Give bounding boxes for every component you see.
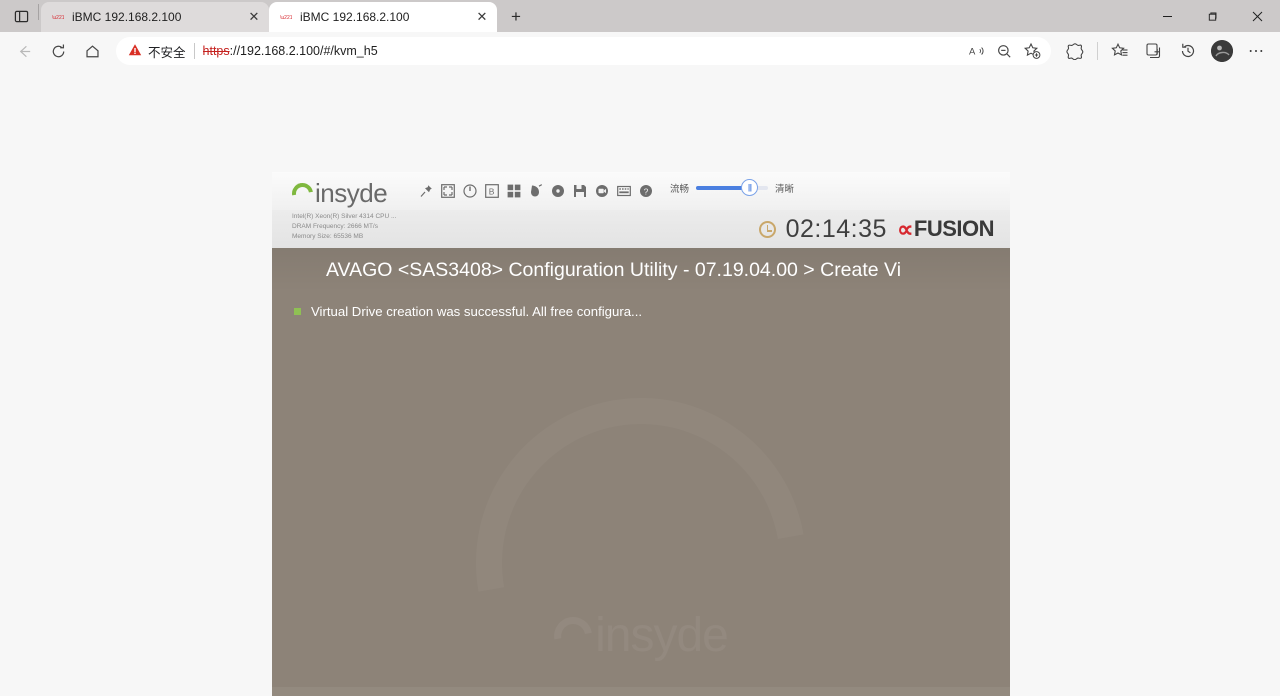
system-info-memory: Memory Size: 65536 MB bbox=[292, 233, 364, 241]
read-aloud-icon[interactable]: A bbox=[963, 39, 989, 63]
system-info-cpu: Intel(R) Xeon(R) Silver 4314 CPU ... bbox=[292, 213, 397, 220]
kvm-toolbar: B ? bbox=[418, 172, 653, 210]
bios-title-bar: AVAGO <SAS3408> Configuration Utility - … bbox=[272, 248, 1010, 292]
fullscreen-icon[interactable] bbox=[440, 184, 455, 199]
new-tab-button[interactable]: + bbox=[501, 2, 531, 32]
browser-window: \u221dF iBMC 192.168.2.100 ✕ \u221dF iBM… bbox=[0, 0, 1280, 696]
zoom-out-icon[interactable] bbox=[991, 39, 1017, 63]
tab-actions-icon[interactable] bbox=[4, 0, 38, 32]
insyde-logo-text: insyde bbox=[315, 178, 388, 208]
home-icon[interactable] bbox=[76, 36, 108, 66]
bios-watermark-text: insyde bbox=[595, 609, 729, 662]
more-options-icon[interactable]: ⋯ bbox=[1240, 36, 1272, 66]
session-time: 02:14:35 bbox=[785, 214, 887, 243]
omnibox-divider bbox=[193, 43, 195, 59]
tab-strip: \u221dF iBMC 192.168.2.100 ✕ \u221dF iBM… bbox=[0, 0, 1280, 32]
browser-tab-1[interactable]: \u221dF iBMC 192.168.2.100 ✕ bbox=[41, 2, 269, 32]
bios-status-message-text: Virtual Drive creation was successful. A… bbox=[311, 304, 643, 319]
back-icon[interactable] bbox=[8, 36, 40, 66]
url-scheme: https bbox=[202, 44, 230, 58]
add-favorite-icon[interactable] bbox=[1019, 39, 1045, 63]
key-combo-icon[interactable] bbox=[506, 184, 521, 199]
toolbar-divider bbox=[1097, 42, 1098, 60]
svg-text:\u221dF: \u221dF bbox=[52, 15, 64, 21]
power-icon[interactable] bbox=[462, 184, 477, 199]
xfusion-mark-icon: ∝ bbox=[896, 215, 913, 242]
svg-text:B: B bbox=[488, 187, 494, 197]
bios-screen: insyde AVAGO <SAS3408> Configuration Uti… bbox=[272, 248, 1010, 696]
insyde-swirl-icon bbox=[287, 178, 318, 209]
system-info: Intel(R) Xeon(R) Silver 4314 CPU ... DRA… bbox=[292, 212, 396, 242]
insyde-swirl-watermark-icon bbox=[546, 609, 600, 662]
url-text: https://192.168.2.100/#/kvm_h5 bbox=[203, 44, 957, 58]
video-quality-control: 流畅 ||| 清晰 bbox=[669, 179, 794, 196]
xfusion-favicon: \u221dF bbox=[51, 10, 65, 24]
bullet-icon bbox=[294, 308, 301, 315]
browser-tab-1-title: iBMC 192.168.2.100 bbox=[72, 10, 182, 24]
close-icon[interactable] bbox=[1235, 0, 1280, 32]
quality-slider-handle[interactable]: ||| bbox=[740, 179, 758, 196]
browser-tab-2[interactable]: \u221dF iBMC 192.168.2.100 ✕ bbox=[269, 2, 497, 32]
url-rest: ://192.168.2.100/#/kvm_h5 bbox=[229, 44, 378, 58]
function-key-bar: F1 Help ESC Exit ↑ ↓ bbox=[272, 687, 1010, 696]
xfusion-logo: ∝ FUSION bbox=[896, 215, 995, 243]
tab-divider bbox=[38, 4, 39, 20]
video-record-icon[interactable] bbox=[594, 184, 609, 199]
quality-high-label: 清晰 bbox=[774, 184, 794, 195]
browser-tab-2-title: iBMC 192.168.2.100 bbox=[300, 10, 410, 24]
insyde-logo: insyde bbox=[287, 178, 388, 209]
split-screen-icon[interactable] bbox=[1059, 36, 1091, 66]
browser-toolbar: 不安全 https://192.168.2.100/#/kvm_h5 A ⋯ bbox=[0, 32, 1280, 70]
maximize-icon[interactable] bbox=[1190, 0, 1235, 32]
clock-icon bbox=[758, 220, 776, 238]
svg-text:\u221dF: \u221dF bbox=[280, 15, 292, 21]
warning-triangle-icon bbox=[128, 43, 142, 59]
help-icon[interactable]: ? bbox=[638, 184, 653, 199]
security-status-label: 不安全 bbox=[148, 45, 186, 60]
kvm-header: insyde B ? Intel(R) Xeon(R) Silver 4314 … bbox=[272, 172, 1010, 248]
window-controls bbox=[1145, 0, 1280, 32]
pin-icon[interactable] bbox=[418, 184, 433, 199]
reload-icon[interactable] bbox=[42, 36, 74, 66]
close-icon[interactable]: ✕ bbox=[245, 8, 263, 26]
kvm-console: insyde B ? Intel(R) Xeon(R) Silver 4314 … bbox=[272, 172, 1010, 696]
mouse-icon[interactable] bbox=[528, 184, 543, 199]
system-info-dram: DRAM Frequency: 2666 MT/s bbox=[292, 223, 378, 231]
svg-text:A: A bbox=[968, 46, 975, 57]
avatar bbox=[1211, 40, 1233, 62]
omnibox-actions: A bbox=[963, 39, 1045, 63]
virtual-keyboard-icon[interactable] bbox=[616, 184, 631, 199]
quality-slider[interactable]: ||| bbox=[695, 179, 768, 196]
bios-background-watermark: insyde bbox=[546, 608, 729, 663]
svg-text:?: ? bbox=[643, 186, 648, 196]
page-content: insyde B ? Intel(R) Xeon(R) Silver 4314 … bbox=[0, 70, 1280, 696]
profile-avatar[interactable] bbox=[1206, 36, 1238, 66]
address-bar[interactable]: 不安全 https://192.168.2.100/#/kvm_h5 A bbox=[116, 37, 1051, 65]
quality-low-label: 流畅 bbox=[669, 184, 689, 195]
xfusion-favicon: \u221dF bbox=[279, 10, 293, 24]
close-icon[interactable]: ✕ bbox=[473, 8, 491, 26]
floppy-save-icon[interactable] bbox=[572, 184, 587, 199]
bios-b-icon[interactable]: B bbox=[484, 184, 499, 199]
history-icon[interactable] bbox=[1172, 36, 1204, 66]
collections-icon[interactable] bbox=[1138, 36, 1170, 66]
favorites-icon[interactable] bbox=[1104, 36, 1136, 66]
xfusion-name: FUSION bbox=[913, 216, 995, 241]
minimize-icon[interactable] bbox=[1145, 0, 1190, 32]
session-clock-row: 02:14:35 ∝ FUSION bbox=[758, 210, 995, 248]
bios-status-message: Virtual Drive creation was successful. A… bbox=[272, 304, 1010, 319]
cdrom-icon[interactable] bbox=[550, 184, 565, 199]
